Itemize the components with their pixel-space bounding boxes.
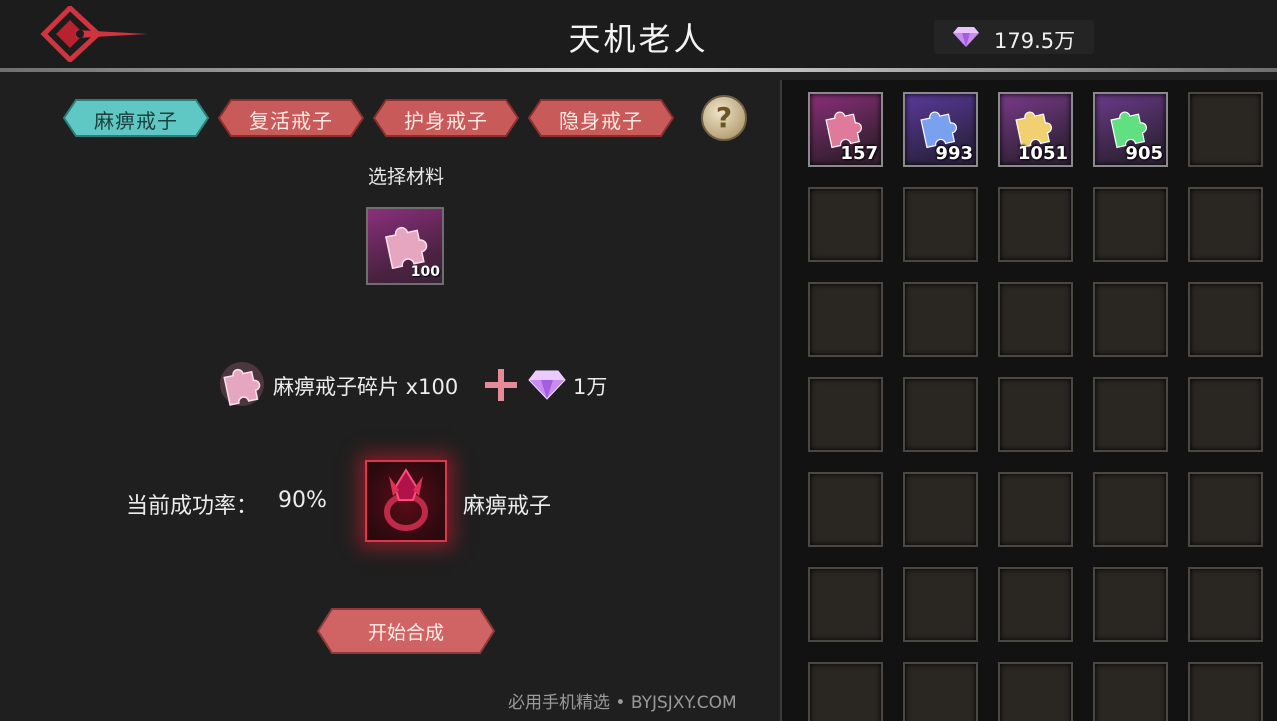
inventory-slot[interactable] bbox=[998, 187, 1073, 262]
inventory-slot[interactable] bbox=[808, 567, 883, 642]
diamond-icon bbox=[528, 370, 566, 400]
inventory-slot[interactable]: 1051 bbox=[998, 92, 1073, 167]
inventory-slot[interactable] bbox=[1093, 472, 1168, 547]
inventory-slot[interactable] bbox=[1093, 377, 1168, 452]
tab-label: 复活戒子 bbox=[249, 109, 333, 133]
inventory-slot[interactable] bbox=[903, 282, 978, 357]
tab-protection-ring[interactable]: 护身戒子 bbox=[372, 98, 520, 138]
inventory-panel: 157 993 1051 905 bbox=[780, 80, 1277, 721]
help-button[interactable]: ? bbox=[701, 95, 747, 141]
success-rate-value: 90% bbox=[278, 488, 327, 513]
inventory-slot[interactable] bbox=[1188, 282, 1263, 357]
inventory-slot[interactable] bbox=[998, 472, 1073, 547]
item-count: 905 bbox=[1125, 143, 1163, 164]
inventory-slot[interactable] bbox=[1188, 187, 1263, 262]
inventory-slot[interactable] bbox=[903, 187, 978, 262]
item-count: 993 bbox=[935, 143, 973, 164]
start-craft-button[interactable]: 开始合成 bbox=[316, 607, 496, 655]
inventory-slot[interactable] bbox=[1188, 92, 1263, 167]
material-count: 100 bbox=[410, 264, 440, 280]
inventory-slot[interactable] bbox=[1093, 187, 1168, 262]
puzzle-piece-icon bbox=[220, 362, 264, 406]
tab-label: 隐身戒子 bbox=[559, 109, 643, 133]
inventory-slot[interactable] bbox=[1188, 377, 1263, 452]
tab-revive-ring[interactable]: 复活戒子 bbox=[217, 98, 365, 138]
inventory-slot[interactable] bbox=[808, 282, 883, 357]
success-rate-label: 当前成功率： bbox=[126, 494, 259, 519]
inventory-slot[interactable] bbox=[998, 662, 1073, 721]
plus-icon bbox=[485, 369, 517, 401]
tab-invisibility-ring[interactable]: 隐身戒子 bbox=[527, 98, 675, 138]
currency-display: 179.5万 bbox=[934, 20, 1094, 54]
material-slot[interactable]: 100 bbox=[366, 207, 444, 285]
watermark: 必用手机精选 • BYJSJXY.COM bbox=[508, 693, 737, 713]
tab-paralysis-ring[interactable]: 麻痹戒子 bbox=[62, 98, 210, 138]
currency-amount: 179.5万 bbox=[994, 29, 1076, 53]
inventory-slot[interactable] bbox=[998, 377, 1073, 452]
recipe-cost: 1万 bbox=[573, 375, 608, 399]
inventory-slot[interactable] bbox=[808, 187, 883, 262]
inventory-slot[interactable] bbox=[808, 472, 883, 547]
item-count: 1051 bbox=[1017, 143, 1068, 164]
result-item-slot[interactable] bbox=[365, 460, 447, 542]
tab-label: 护身戒子 bbox=[404, 109, 488, 133]
header-bar: 天机老人 179.5万 bbox=[0, 0, 1277, 70]
inventory-slot[interactable] bbox=[903, 567, 978, 642]
inventory-slot[interactable] bbox=[1093, 282, 1168, 357]
inventory-slot[interactable] bbox=[1093, 662, 1168, 721]
recipe-material-name: 麻痹戒子碎片 x100 bbox=[273, 375, 459, 399]
inventory-slot[interactable]: 993 bbox=[903, 92, 978, 167]
select-material-label: 选择材料 bbox=[367, 166, 444, 188]
inventory-slot[interactable] bbox=[998, 282, 1073, 357]
ring-icon bbox=[384, 468, 428, 531]
header-divider bbox=[0, 68, 1277, 72]
inventory-slot[interactable] bbox=[1093, 567, 1168, 642]
inventory-slot[interactable] bbox=[903, 377, 978, 452]
inventory-slot[interactable] bbox=[903, 662, 978, 721]
inventory-slot[interactable] bbox=[808, 377, 883, 452]
inventory-slot[interactable] bbox=[1188, 662, 1263, 721]
craft-button-label: 开始合成 bbox=[367, 622, 444, 644]
inventory-slot[interactable]: 157 bbox=[808, 92, 883, 167]
puzzle-piece-icon bbox=[385, 226, 428, 269]
inventory-slot[interactable] bbox=[1188, 472, 1263, 547]
item-count: 157 bbox=[840, 143, 878, 164]
inventory-slot[interactable] bbox=[903, 472, 978, 547]
diamond-icon bbox=[953, 27, 979, 47]
inventory-slot[interactable] bbox=[1188, 567, 1263, 642]
inventory-slot[interactable] bbox=[998, 567, 1073, 642]
inventory-slot[interactable]: 905 bbox=[1093, 92, 1168, 167]
result-item-name: 麻痹戒子 bbox=[463, 494, 552, 519]
inventory-slot[interactable] bbox=[808, 662, 883, 721]
tab-label: 麻痹戒子 bbox=[94, 109, 178, 133]
question-icon: ? bbox=[715, 101, 733, 134]
